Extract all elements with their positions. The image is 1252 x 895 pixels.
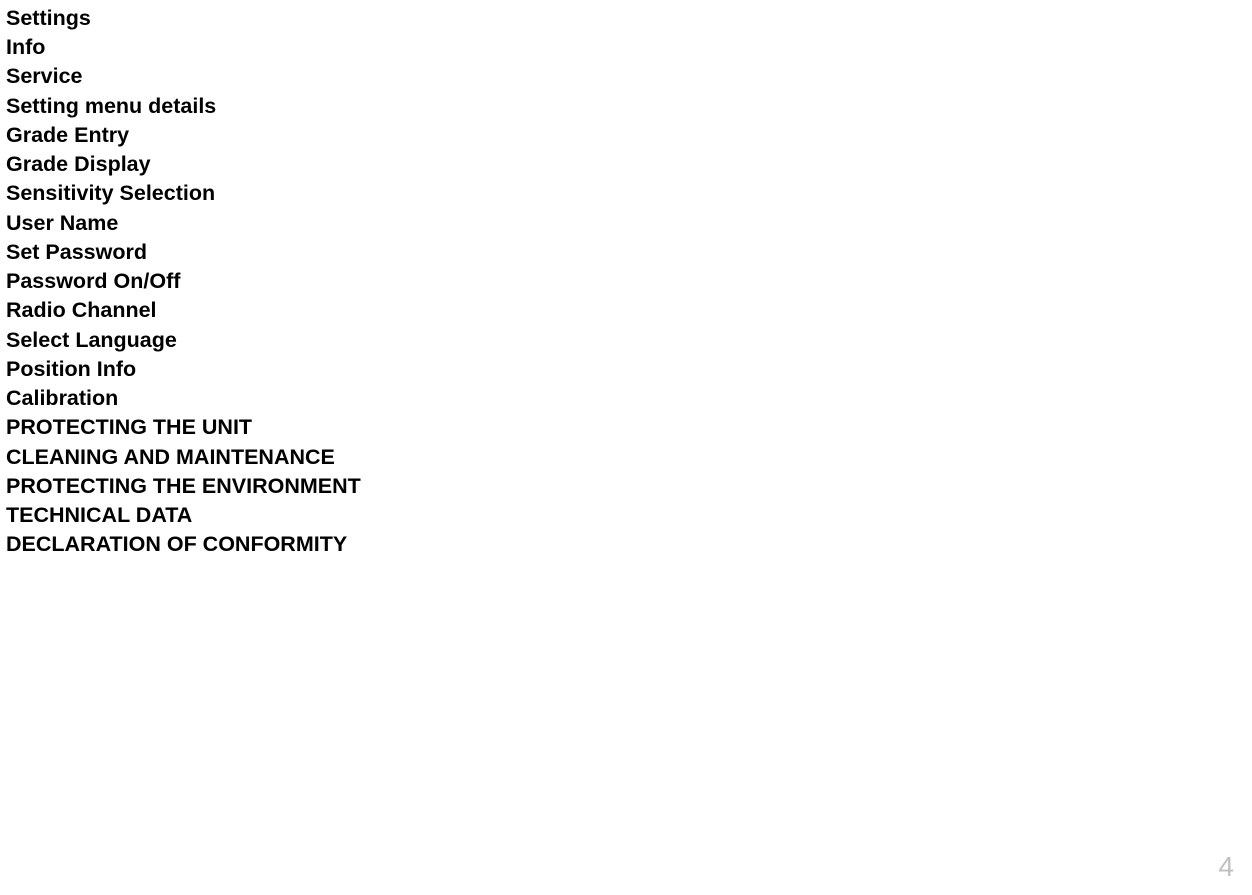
toc-item: Password On/Off <box>6 267 1246 296</box>
toc-item: Select Language <box>6 326 1246 355</box>
page-number: 4 <box>1218 851 1234 883</box>
toc-item: User Name <box>6 209 1246 238</box>
toc-item: Grade Entry <box>6 121 1246 150</box>
toc-item: Settings <box>6 4 1246 33</box>
toc-item: Sensitivity Selection <box>6 179 1246 208</box>
toc-item: Radio Channel <box>6 296 1246 325</box>
toc-item: Setting menu details <box>6 92 1246 121</box>
toc-item: Service <box>6 62 1246 91</box>
toc-item: Grade Display <box>6 150 1246 179</box>
toc-item: DECLARATION OF CONFORMITY <box>6 530 1246 559</box>
table-of-contents: Settings Info Service Setting menu detai… <box>6 4 1246 559</box>
toc-item: CLEANING AND MAINTENANCE <box>6 443 1246 472</box>
toc-item: PROTECTING THE ENVIRONMENT <box>6 472 1246 501</box>
toc-item: Calibration <box>6 384 1246 413</box>
toc-item: PROTECTING THE UNIT <box>6 413 1246 442</box>
toc-item: Position Info <box>6 355 1246 384</box>
toc-item: Set Password <box>6 238 1246 267</box>
toc-item: TECHNICAL DATA <box>6 501 1246 530</box>
toc-item: Info <box>6 33 1246 62</box>
